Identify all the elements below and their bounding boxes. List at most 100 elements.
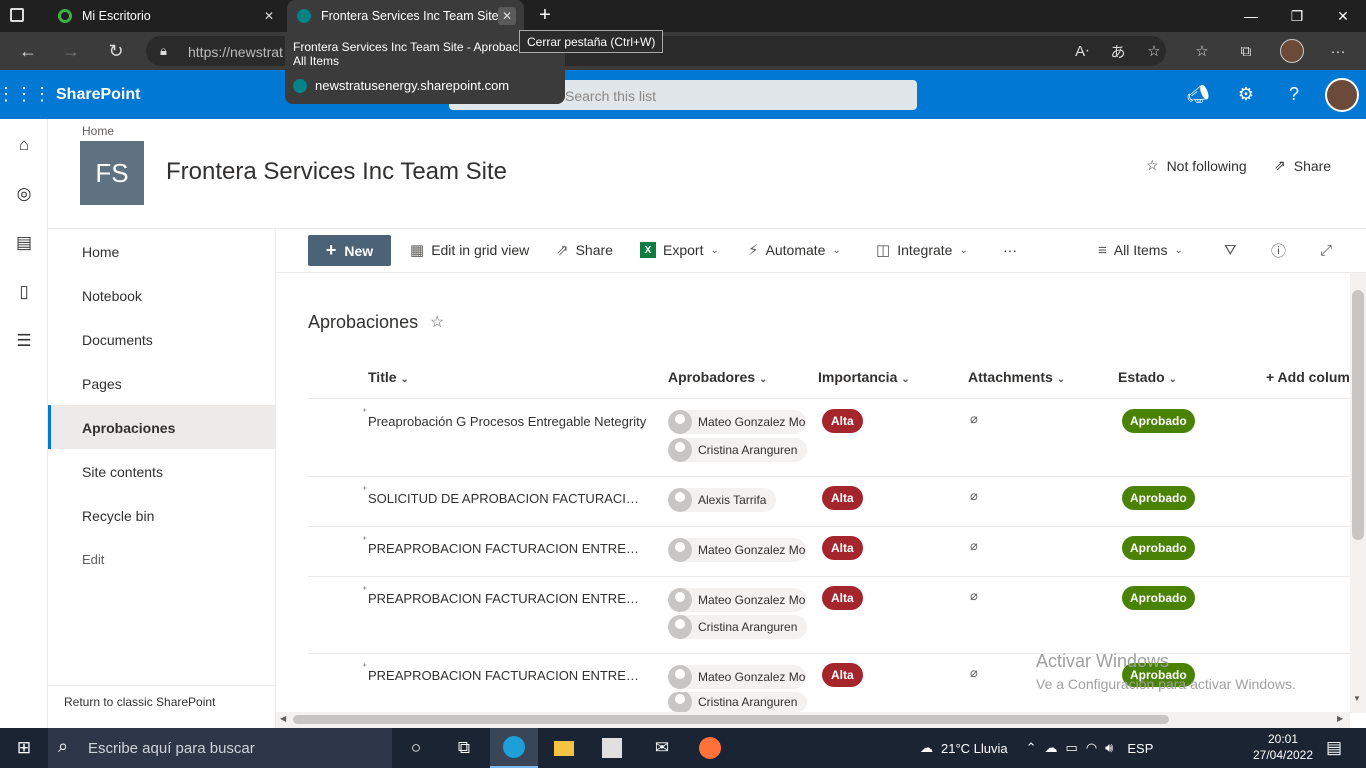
scroll-down-icon[interactable]: ▼ bbox=[1353, 694, 1361, 703]
wifi-icon[interactable]: ◠ bbox=[1086, 740, 1097, 756]
megaphone-icon[interactable]: 📣︎ bbox=[1174, 70, 1222, 119]
breadcrumb[interactable]: Home bbox=[82, 124, 114, 138]
lock-icon[interactable]: 🔒︎ bbox=[160, 43, 167, 59]
list-icon[interactable]: ☰ bbox=[0, 326, 48, 356]
paperclip-icon[interactable]: ⌀ bbox=[970, 538, 978, 554]
paperclip-icon[interactable]: ⌀ bbox=[970, 411, 978, 427]
follow-button[interactable]: ☆ Not following bbox=[1146, 157, 1247, 174]
translate-icon[interactable]: あ bbox=[1100, 32, 1136, 70]
filter-icon[interactable]: ⛛ bbox=[1224, 236, 1237, 264]
approver-persona[interactable]: Mateo Gonzalez Montoya bbox=[668, 538, 806, 562]
favorites-icon[interactable]: ☆ bbox=[1184, 32, 1220, 70]
approver-persona[interactable]: Mateo Gonzalez Montoya bbox=[668, 588, 806, 612]
news-icon[interactable]: ▤ bbox=[0, 228, 48, 258]
approver-persona[interactable]: Mateo Gonzalez Montoya bbox=[668, 410, 806, 434]
more-commands-button[interactable]: ··· bbox=[1003, 236, 1017, 264]
site-logo[interactable]: FS bbox=[80, 141, 144, 205]
home-icon[interactable]: ⌂ bbox=[0, 130, 48, 160]
notifications-icon[interactable]: ▤ bbox=[1310, 728, 1358, 768]
info-icon[interactable]: ⓘ bbox=[1271, 236, 1286, 264]
site-title[interactable]: Frontera Services Inc Team Site bbox=[166, 158, 507, 186]
cortana-icon[interactable]: ○ bbox=[392, 728, 440, 768]
scroll-left-icon[interactable]: ◀ bbox=[280, 714, 286, 723]
settings-gear-icon[interactable]: ⚙ bbox=[1222, 70, 1270, 119]
new-button[interactable]: + New bbox=[308, 235, 391, 266]
profile-avatar[interactable] bbox=[1280, 39, 1304, 63]
file-icon[interactable]: ▯ bbox=[0, 277, 48, 307]
add-column-button[interactable]: + Add column bbox=[1266, 369, 1350, 385]
view-selector[interactable]: ≡ All Items ⌄ bbox=[1098, 236, 1183, 264]
column-header-estado[interactable]: Estado ⌄ bbox=[1118, 369, 1177, 385]
refresh-icon[interactable]: ↻ bbox=[99, 32, 133, 70]
favorite-star-icon[interactable]: ☆ bbox=[430, 312, 444, 332]
approver-persona[interactable]: Cristina Aranguren bbox=[668, 692, 808, 712]
firefox-icon[interactable] bbox=[686, 728, 734, 768]
column-header-title[interactable]: Title ⌄ bbox=[368, 369, 409, 385]
close-window-icon[interactable]: ✕ bbox=[1320, 0, 1366, 32]
taskbar-search-input[interactable]: Escribe aquí para buscar bbox=[48, 728, 392, 768]
return-classic-link[interactable]: Return to classic SharePoint bbox=[48, 685, 275, 728]
mail-icon[interactable]: ✉ bbox=[638, 728, 686, 768]
windows-start-icon[interactable]: ⊞ bbox=[0, 728, 48, 768]
scroll-right-icon[interactable]: ▶ bbox=[1337, 714, 1343, 723]
weather-text[interactable]: 21°C Lluvia bbox=[941, 741, 1008, 756]
nav-item-pages[interactable]: Pages bbox=[48, 361, 275, 405]
nav-item-documents[interactable]: Documents bbox=[48, 317, 275, 361]
sharepoint-app-name[interactable]: SharePoint bbox=[56, 86, 140, 104]
chevron-up-icon[interactable]: ⌃ bbox=[1026, 740, 1037, 756]
vertical-scroll-thumb[interactable] bbox=[1352, 290, 1364, 540]
integrate-button[interactable]: ◫ Integrate ⌄ bbox=[876, 236, 968, 264]
onedrive-icon[interactable]: ☁ bbox=[1045, 740, 1058, 756]
battery-icon[interactable]: ▭ bbox=[1066, 740, 1078, 756]
approver-persona[interactable]: Cristina Aranguren bbox=[668, 438, 808, 462]
globe-icon[interactable]: ◎ bbox=[0, 179, 48, 209]
row-title[interactable]: PREAPROBACION FACTURACION ENTREGABLE bbox=[368, 668, 648, 683]
close-tab-icon[interactable]: ✕ bbox=[498, 7, 516, 25]
volume-icon[interactable]: 🔊︎ bbox=[1105, 740, 1113, 756]
paperclip-icon[interactable]: ⌀ bbox=[970, 488, 978, 504]
minimize-icon[interactable]: — bbox=[1228, 0, 1274, 32]
new-tab-icon[interactable]: + bbox=[534, 4, 556, 26]
approver-persona[interactable]: Mateo Gonzalez Montoya bbox=[668, 665, 806, 689]
clock[interactable]: 20:01 27/04/2022 bbox=[1246, 731, 1320, 763]
paperclip-icon[interactable]: ⌀ bbox=[970, 588, 978, 604]
row-title[interactable]: PREAPROBACION FACTURACION ENTREGABLE bbox=[368, 591, 648, 606]
column-header-attachments[interactable]: Attachments ⌄ bbox=[968, 369, 1065, 385]
user-avatar[interactable] bbox=[1325, 78, 1359, 112]
file-explorer-icon[interactable] bbox=[540, 728, 588, 768]
row-title[interactable]: Preaprobación G Procesos Entregable Nete… bbox=[368, 414, 648, 429]
add-favorite-icon[interactable]: ☆ bbox=[1136, 32, 1172, 70]
paperclip-icon[interactable]: ⌀ bbox=[970, 665, 978, 681]
read-aloud-icon[interactable]: Aᐧ bbox=[1064, 32, 1100, 70]
store-icon[interactable] bbox=[588, 728, 636, 768]
expand-icon[interactable]: ⤢ bbox=[1320, 236, 1332, 264]
site-share-button[interactable]: ⇗ Share bbox=[1274, 157, 1331, 174]
collections-icon[interactable]: ⧉ bbox=[1228, 32, 1264, 70]
tab-frontera-services[interactable]: Frontera Services Inc Team Site - Aproba… bbox=[287, 0, 524, 32]
nav-item-aprobaciones[interactable]: Aprobaciones bbox=[48, 405, 275, 449]
nav-item-recycle-bin[interactable]: Recycle bin bbox=[48, 493, 275, 537]
tab-mi-escritorio[interactable]: Mi Escritorio ✕ bbox=[48, 0, 286, 32]
row-title[interactable]: PREAPROBACION FACTURACION ENTREGABLE bbox=[368, 541, 648, 556]
close-tab-icon[interactable]: ✕ bbox=[260, 7, 278, 25]
approver-persona[interactable]: Cristina Aranguren bbox=[668, 615, 808, 639]
column-header-importancia[interactable]: Importancia ⌄ bbox=[818, 369, 910, 385]
edit-grid-button[interactable]: ▦ Edit in grid view bbox=[410, 236, 529, 264]
url-text[interactable]: https://newstrat bbox=[188, 44, 283, 60]
language-indicator[interactable]: ESP bbox=[1127, 741, 1153, 756]
forward-icon[interactable]: → bbox=[54, 32, 88, 70]
approver-persona[interactable]: Alexis Tarrifa bbox=[668, 488, 777, 512]
share-list-button[interactable]: ⇗ Share bbox=[556, 236, 613, 264]
task-view-icon[interactable]: ⧉ bbox=[440, 728, 488, 768]
app-launcher-icon[interactable]: ⋮⋮⋮ bbox=[0, 70, 51, 119]
restore-icon[interactable]: ❐ bbox=[1274, 0, 1320, 32]
back-icon[interactable]: ← bbox=[11, 32, 45, 70]
horizontal-scroll-thumb[interactable] bbox=[293, 715, 1169, 724]
nav-item-notebook[interactable]: Notebook bbox=[48, 273, 275, 317]
automate-button[interactable]: ⚡︎ Automate ⌄ bbox=[748, 236, 841, 264]
weather-cloud-icon[interactable]: ☁ bbox=[920, 740, 933, 756]
nav-item-site-contents[interactable]: Site contents bbox=[48, 449, 275, 493]
tab-actions-icon[interactable] bbox=[10, 8, 24, 22]
column-header-aprobadores[interactable]: Aprobadores ⌄ bbox=[668, 369, 767, 385]
edge-browser-icon[interactable] bbox=[490, 728, 538, 768]
